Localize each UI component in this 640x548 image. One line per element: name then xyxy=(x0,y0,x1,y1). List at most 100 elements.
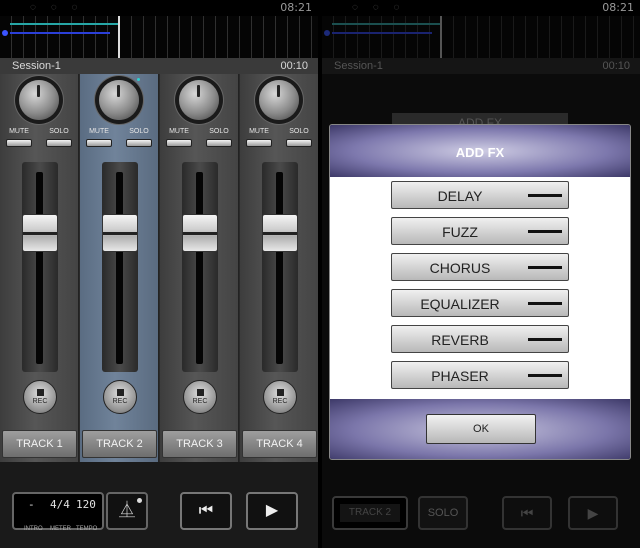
status-clock: 08:21 xyxy=(602,1,634,14)
fx-option-equalizer[interactable]: EQUALIZER xyxy=(391,289,569,317)
knob-indicator xyxy=(137,78,140,81)
status-bar: ◌ ◌ ◌ 08:21 xyxy=(0,0,318,16)
track-display: TRACK 2 xyxy=(332,496,408,530)
timeline-marker xyxy=(324,30,330,36)
intro-value: - xyxy=(28,498,35,511)
mute-button[interactable] xyxy=(166,139,192,147)
meter-value: 4/4 xyxy=(50,498,70,511)
dialog-title: ADD FX xyxy=(455,145,505,160)
fx-label: DELAY xyxy=(437,188,483,204)
mute-label: MUTE xyxy=(9,128,29,135)
meter-label: METER xyxy=(50,526,71,532)
play-button: ▶ xyxy=(568,496,618,530)
fx-label: PHASER xyxy=(431,368,489,384)
session-bar: Session-1 00:10 xyxy=(322,58,640,74)
fx-option-delay[interactable]: DELAY xyxy=(391,181,569,209)
play-icon: ▶ xyxy=(265,502,279,519)
session-time: 00:10 xyxy=(280,60,308,72)
playhead xyxy=(440,16,442,58)
fx-option-phaser[interactable]: PHASER xyxy=(391,361,569,389)
rec-button[interactable]: REC xyxy=(103,380,137,414)
skip-back-icon: ⏮ xyxy=(198,502,214,519)
solo-label: SOLO xyxy=(289,128,309,135)
status-icons: ◌ ◌ ◌ xyxy=(352,2,406,13)
timeline-track-1-region[interactable] xyxy=(10,23,120,25)
channel-strip: MUTE SOLO REC TRACK 1 xyxy=(0,74,79,462)
skip-back-button[interactable]: ⏮ xyxy=(180,492,232,530)
fader-slot xyxy=(196,172,203,364)
solo-button[interactable] xyxy=(286,139,312,147)
solo-label: SOLO xyxy=(209,128,229,135)
fx-option-reverb[interactable]: REVERB xyxy=(391,325,569,353)
fader-slot xyxy=(36,172,43,364)
rec-label: REC xyxy=(32,398,48,405)
record-icon xyxy=(36,389,44,396)
fx-label: EQUALIZER xyxy=(420,296,500,312)
volume-fader[interactable] xyxy=(22,214,58,252)
volume-fader[interactable] xyxy=(262,214,298,252)
mute-button[interactable] xyxy=(246,139,272,147)
volume-fader[interactable] xyxy=(182,214,218,252)
metronome-button[interactable]: ⏅ xyxy=(106,492,148,530)
pan-knob[interactable] xyxy=(179,80,219,120)
dialog-header: ADD FX xyxy=(330,125,630,177)
track-button-1[interactable]: TRACK 1 xyxy=(2,430,77,458)
mute-label: MUTE xyxy=(89,128,109,135)
effects-list: DELAY FUZZ CHORUS EQUALIZER REVERB PHASE… xyxy=(330,177,630,399)
skip-back-icon: ⏮ xyxy=(520,505,534,521)
ok-button[interactable]: OK xyxy=(426,414,536,444)
fx-indicator xyxy=(528,338,562,341)
solo-button[interactable] xyxy=(46,139,72,147)
tempo-label: TEMPO xyxy=(76,526,98,532)
solo-label: SOLO xyxy=(129,128,149,135)
session-bar: Session-1 00:10 xyxy=(0,58,318,74)
track-name: TRACK 2 xyxy=(340,504,400,522)
status-icons: ◌ ◌ ◌ xyxy=(30,2,84,13)
dialog-footer: OK xyxy=(330,399,630,459)
transport-bar: - 4/4 120 INTRO METER TEMPO ⏅ ⏮ ▶ xyxy=(0,462,318,548)
track-button-2[interactable]: TRACK 2 xyxy=(82,430,157,458)
solo-button[interactable] xyxy=(206,139,232,147)
transport-bar: TRACK 2 SOLO ⏮ ▶ xyxy=(322,462,640,548)
channel-strip-selected: MUTE SOLO REC TRACK 2 xyxy=(80,74,159,462)
timeline[interactable] xyxy=(0,16,318,58)
timeline-track-2-region xyxy=(332,32,432,34)
solo-button[interactable] xyxy=(126,139,152,147)
channel-strip: MUTE SOLO REC TRACK 3 xyxy=(160,74,239,462)
fx-label: REVERB xyxy=(431,332,489,348)
track-button-4[interactable]: TRACK 4 xyxy=(242,430,317,458)
timeline-marker xyxy=(2,30,8,36)
metronome-led xyxy=(137,498,142,503)
fx-option-chorus[interactable]: CHORUS xyxy=(391,253,569,281)
timeline-track-2-region[interactable] xyxy=(10,32,110,34)
rec-button[interactable]: REC xyxy=(263,380,297,414)
playhead[interactable] xyxy=(118,16,120,58)
rec-button[interactable]: REC xyxy=(23,380,57,414)
volume-fader[interactable] xyxy=(102,214,138,252)
fader-slot xyxy=(116,172,123,364)
record-icon xyxy=(116,389,124,396)
status-clock: 08:21 xyxy=(280,1,312,14)
fx-label: CHORUS xyxy=(429,260,491,276)
skip-back-button: ⏮ xyxy=(502,496,552,530)
fx-option-fuzz[interactable]: FUZZ xyxy=(391,217,569,245)
mute-button[interactable] xyxy=(86,139,112,147)
timeline xyxy=(322,16,640,58)
pan-knob[interactable] xyxy=(99,78,140,120)
transport-display[interactable]: - 4/4 120 INTRO METER TEMPO xyxy=(12,492,104,532)
fx-indicator xyxy=(528,230,562,233)
session-name: Session-1 xyxy=(334,60,383,72)
rec-button[interactable]: REC xyxy=(183,380,217,414)
play-button[interactable]: ▶ xyxy=(246,492,298,530)
track-button-3[interactable]: TRACK 3 xyxy=(162,430,237,458)
pan-knob[interactable] xyxy=(259,80,299,120)
fx-indicator xyxy=(528,266,562,269)
pan-knob[interactable] xyxy=(19,80,59,120)
fx-indicator xyxy=(528,302,562,305)
mute-button[interactable] xyxy=(6,139,32,147)
fx-indicator xyxy=(528,194,562,197)
mixer: MUTE SOLO REC TRACK 1 MUTE SOLO REC TRAC… xyxy=(0,74,318,462)
add-fx-screen: ◌ ◌ ◌ 08:21 Session-1 00:10 ADD FX ADD F… xyxy=(322,0,640,548)
rec-label: REC xyxy=(192,398,208,405)
solo-button-background: SOLO xyxy=(418,496,468,530)
